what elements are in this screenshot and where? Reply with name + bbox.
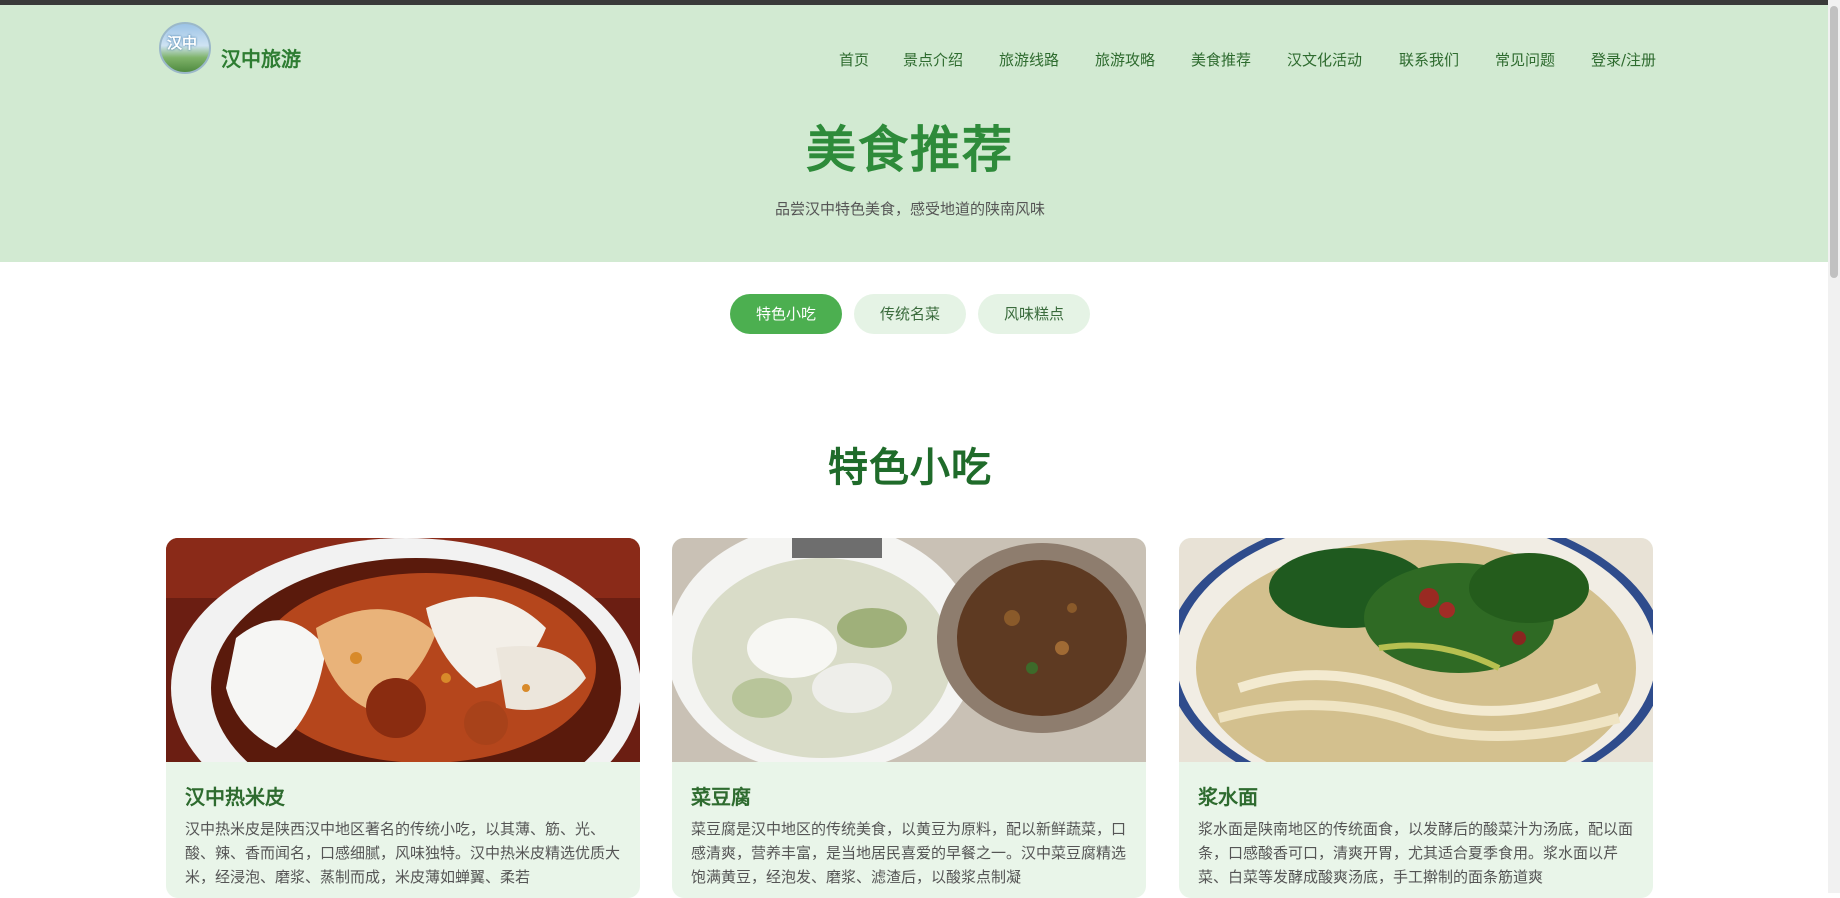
page-scrollbar[interactable]: [1828, 0, 1840, 893]
food-card[interactable]: 汉中热米皮 汉中热米皮是陕西汉中地区著名的传统小吃，以其薄、筋、光、酸、辣、香而…: [166, 538, 640, 898]
food-description: 菜豆腐是汉中地区的传统美食，以黄豆为原料，配以新鲜蔬菜，口感清爽，营养丰富，是当…: [691, 820, 1127, 886]
food-description: 汉中热米皮是陕西汉中地区著名的传统小吃，以其薄、筋、光、酸、辣、香而闻名，口感细…: [185, 820, 621, 886]
nav-routes[interactable]: 旅游线路: [999, 49, 1059, 70]
tab-pastries[interactable]: 风味糕点: [978, 294, 1090, 334]
site-name[interactable]: 汉中旅游: [221, 43, 301, 72]
food-image-jiangshui-noodles: [1179, 538, 1653, 762]
food-card[interactable]: 浆水面 浆水面是陕南地区的传统面食，以发酵后的酸菜汁为汤底，配以面条，口感酸香可…: [1179, 538, 1653, 898]
nav-home[interactable]: 首页: [839, 49, 869, 70]
food-title: 汉中热米皮: [185, 785, 285, 809]
nav-attractions[interactable]: 景点介绍: [903, 49, 963, 70]
scrollbar-thumb[interactable]: [1830, 6, 1838, 278]
site-logo[interactable]: 汉中: [159, 22, 211, 74]
page-header: 汉中 汉中旅游 首页 景点介绍 旅游线路 旅游攻略 美食推荐 汉文化活动 联系我…: [0, 5, 1828, 262]
logo-text: 汉中: [167, 34, 198, 52]
nav-login[interactable]: 登录/注册: [1591, 49, 1656, 70]
food-title: 菜豆腐: [691, 785, 751, 809]
hero-title: 美食推荐: [806, 121, 1014, 179]
food-image-vegetable-tofu: [672, 538, 1146, 762]
nav-han-culture[interactable]: 汉文化活动: [1287, 49, 1362, 70]
nav-faq[interactable]: 常见问题: [1495, 49, 1555, 70]
hero-subtitle: 品尝汉中特色美食，感受地道的陕南风味: [774, 200, 1045, 218]
food-image-rice-noodle: [166, 538, 640, 762]
food-title: 浆水面: [1198, 785, 1258, 809]
nav-guides[interactable]: 旅游攻略: [1095, 49, 1155, 70]
tab-snacks[interactable]: 特色小吃: [730, 294, 842, 334]
section-title: 特色小吃: [828, 445, 992, 491]
tab-classic-dishes[interactable]: 传统名菜: [854, 294, 966, 334]
food-description: 浆水面是陕南地区的传统面食，以发酵后的酸菜汁为汤底，配以面条，口感酸香可口，清爽…: [1198, 820, 1634, 886]
nav-food[interactable]: 美食推荐: [1191, 49, 1251, 70]
nav-contact[interactable]: 联系我们: [1399, 49, 1459, 70]
food-card[interactable]: 菜豆腐 菜豆腐是汉中地区的传统美食，以黄豆为原料，配以新鲜蔬菜，口感清爽，营养丰…: [672, 538, 1146, 898]
